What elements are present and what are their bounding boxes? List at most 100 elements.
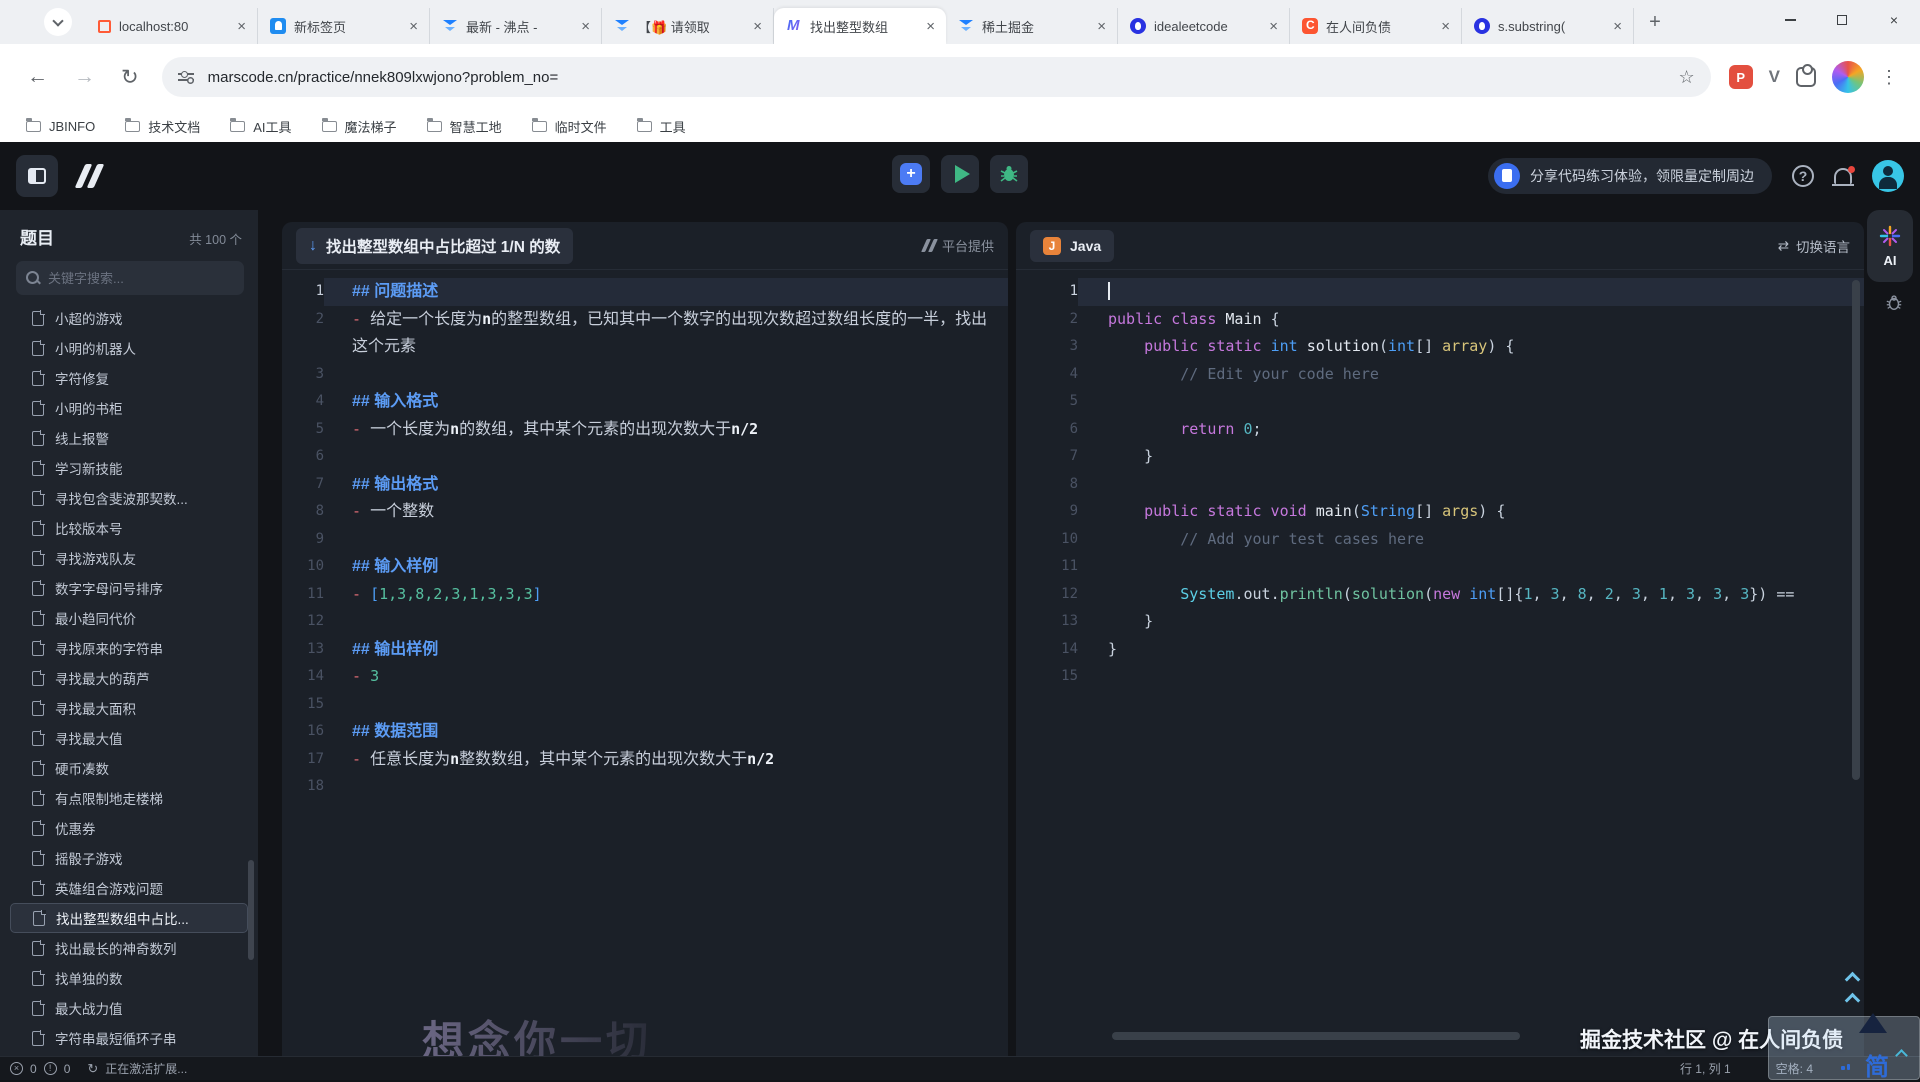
sidebar-item[interactable]: 寻找最大值 [10,723,248,753]
problem-markdown-editor[interactable]: 1## 问题描述2- 给定一个长度为n的整型数组，已知其中一个数字的出现次数超过… [282,270,1008,801]
address-bar[interactable]: marscode.cn/practice/nnek809lxwjono?prob… [162,57,1711,97]
extension-red-icon[interactable]: P [1729,65,1753,89]
sidebar-toggle-button[interactable] [16,155,58,197]
sidebar-item-label: 寻找原来的字符串 [55,638,163,658]
run-button[interactable] [941,155,979,193]
line-number: 18 [282,773,324,801]
browser-tab[interactable]: idealeetcode× [1118,8,1290,44]
bookmark-item[interactable]: 临时文件 [532,117,607,136]
browser-tab[interactable]: 最新 - 沸点 -× [430,8,602,44]
sidebar-item[interactable]: 找单独的数 [10,963,248,993]
notifications-bell-icon[interactable] [1834,168,1852,184]
tab-close-button[interactable]: × [750,18,765,35]
sidebar-item[interactable]: 字符修复 [10,363,248,393]
extension-v-icon[interactable]: V [1769,67,1780,87]
ai-assistant-button[interactable]: AI [1867,210,1913,282]
tab-close-button[interactable]: × [1266,18,1281,35]
ime-panel[interactable]: 简 [1768,1016,1920,1080]
bookmark-item[interactable]: 技术文档 [125,117,200,136]
code-editor[interactable]: 12public class Main {3 public static int… [1016,270,1864,691]
tab-search-button[interactable] [44,8,72,36]
code-line: 10 // Add your test cases here [1016,526,1864,554]
maximize-button[interactable] [1816,0,1868,40]
sidebar-item[interactable]: 找出整型数组中占比... [10,903,248,933]
browser-tab[interactable]: s.substring(× [1462,8,1634,44]
sidebar-item-label: 小明的机器人 [55,338,136,358]
errors-count[interactable]: 0 [30,1062,37,1076]
user-avatar[interactable] [1872,160,1904,192]
sidebar-item[interactable]: 英雄组合游戏问题 [10,873,248,903]
sidebar-item[interactable]: 小明的机器人 [10,333,248,363]
editor-vertical-scrollbar[interactable] [1852,280,1860,780]
site-settings-icon[interactable] [178,71,194,83]
sidebar-item[interactable]: 最大战力值 [10,993,248,1023]
code-token: [] [1415,502,1442,520]
tab-close-button[interactable]: × [1094,18,1109,35]
code-token: 给定一个长度为 [370,311,482,328]
bookmark-item[interactable]: JBINFO [26,119,95,134]
browser-tab[interactable]: 在人间负债× [1290,8,1462,44]
bookmark-item[interactable]: 工具 [637,117,686,136]
browser-tab[interactable]: 【🎁 请领取× [602,8,774,44]
close-button[interactable]: × [1868,0,1920,40]
refresh-button[interactable]: ↻ [108,65,152,90]
sidebar-item[interactable]: 小明的书柜 [10,393,248,423]
help-button[interactable]: ? [1792,165,1814,187]
sidebar-item[interactable]: 小超的游戏 [10,303,248,333]
bookmark-item[interactable]: 魔法梯子 [322,117,397,136]
browser-tab[interactable]: localhost:80× [86,8,258,44]
back-button[interactable]: ← [14,65,61,89]
share-banner[interactable]: 分享代码练习体验，领限量定制周边 [1488,158,1772,194]
debug-button[interactable] [990,155,1028,193]
sidebar-item[interactable]: 寻找原来的字符串 [10,633,248,663]
cursor-position[interactable]: 行 1, 列 1 [1680,1060,1731,1077]
feedback-bug-button[interactable] [1885,294,1903,317]
sidebar-item[interactable]: 学习新技能 [10,453,248,483]
bookmark-star-icon[interactable]: ☆ [1679,67,1695,88]
sidebar-scrollbar[interactable] [248,860,254,960]
extensions-puzzle-icon[interactable] [1796,67,1816,87]
tab-close-button[interactable]: × [1438,18,1453,35]
forward-button[interactable]: → [61,65,108,89]
tab-close-button[interactable]: × [578,18,593,35]
bookmark-item[interactable]: AI工具 [230,117,291,136]
sidebar-item[interactable]: 找出最长的神奇数列 [10,933,248,963]
editor-horizontal-scrollbar[interactable] [1112,1032,1520,1040]
new-tab-button[interactable]: + [1640,7,1670,37]
sidebar-item[interactable]: 有点限制地走楼梯 [10,783,248,813]
browser-tab[interactable]: 找出整型数组× [774,8,946,44]
tab-close-button[interactable]: × [234,18,249,35]
warnings-icon[interactable]: ! [44,1062,57,1075]
sidebar-item[interactable]: 寻找包含斐波那契数... [10,483,248,513]
switch-language-button[interactable]: ⇄ 切换语言 [1778,236,1850,256]
scroll-to-top-buttons[interactable] [1847,974,1858,1006]
sidebar-item[interactable]: 摇骰子游戏 [10,843,248,873]
tab-close-button[interactable]: × [1610,18,1625,35]
bookmark-item[interactable]: 智慧工地 [427,117,502,136]
sidebar-item[interactable]: 最小趋同代价 [10,603,248,633]
minimize-button[interactable] [1764,0,1816,40]
sidebar-item[interactable]: 硬币凑数 [10,753,248,783]
sidebar-item[interactable]: 寻找游戏队友 [10,543,248,573]
search-input[interactable] [48,271,234,286]
browser-tab[interactable]: 新标签页× [258,8,430,44]
search-box[interactable] [16,261,244,295]
download-icon[interactable]: ↓ [309,237,317,255]
warnings-count[interactable]: 0 [64,1062,71,1076]
add-test-button[interactable]: + [892,155,930,193]
browser-profile-avatar[interactable] [1832,61,1864,93]
sidebar-item[interactable]: 优惠券 [10,813,248,843]
tab-close-button[interactable]: × [406,18,421,35]
browser-tab[interactable]: 稀土掘金× [946,8,1118,44]
sidebar-item[interactable]: 字符串最短循环子串 [10,1023,248,1053]
sidebar-item[interactable]: 线上报警 [10,423,248,453]
sidebar-item[interactable]: 比较版本号 [10,513,248,543]
sidebar-item[interactable]: 数字字母问号排序 [10,573,248,603]
sidebar-item[interactable]: 寻找最大面积 [10,693,248,723]
browser-menu-icon[interactable]: ⋮ [1872,67,1906,88]
tab-close-button[interactable]: × [923,18,938,35]
language-chip[interactable]: J Java [1030,230,1114,262]
marscode-logo[interactable] [80,164,99,188]
errors-icon[interactable]: × [10,1062,23,1075]
sidebar-item[interactable]: 寻找最大的葫芦 [10,663,248,693]
